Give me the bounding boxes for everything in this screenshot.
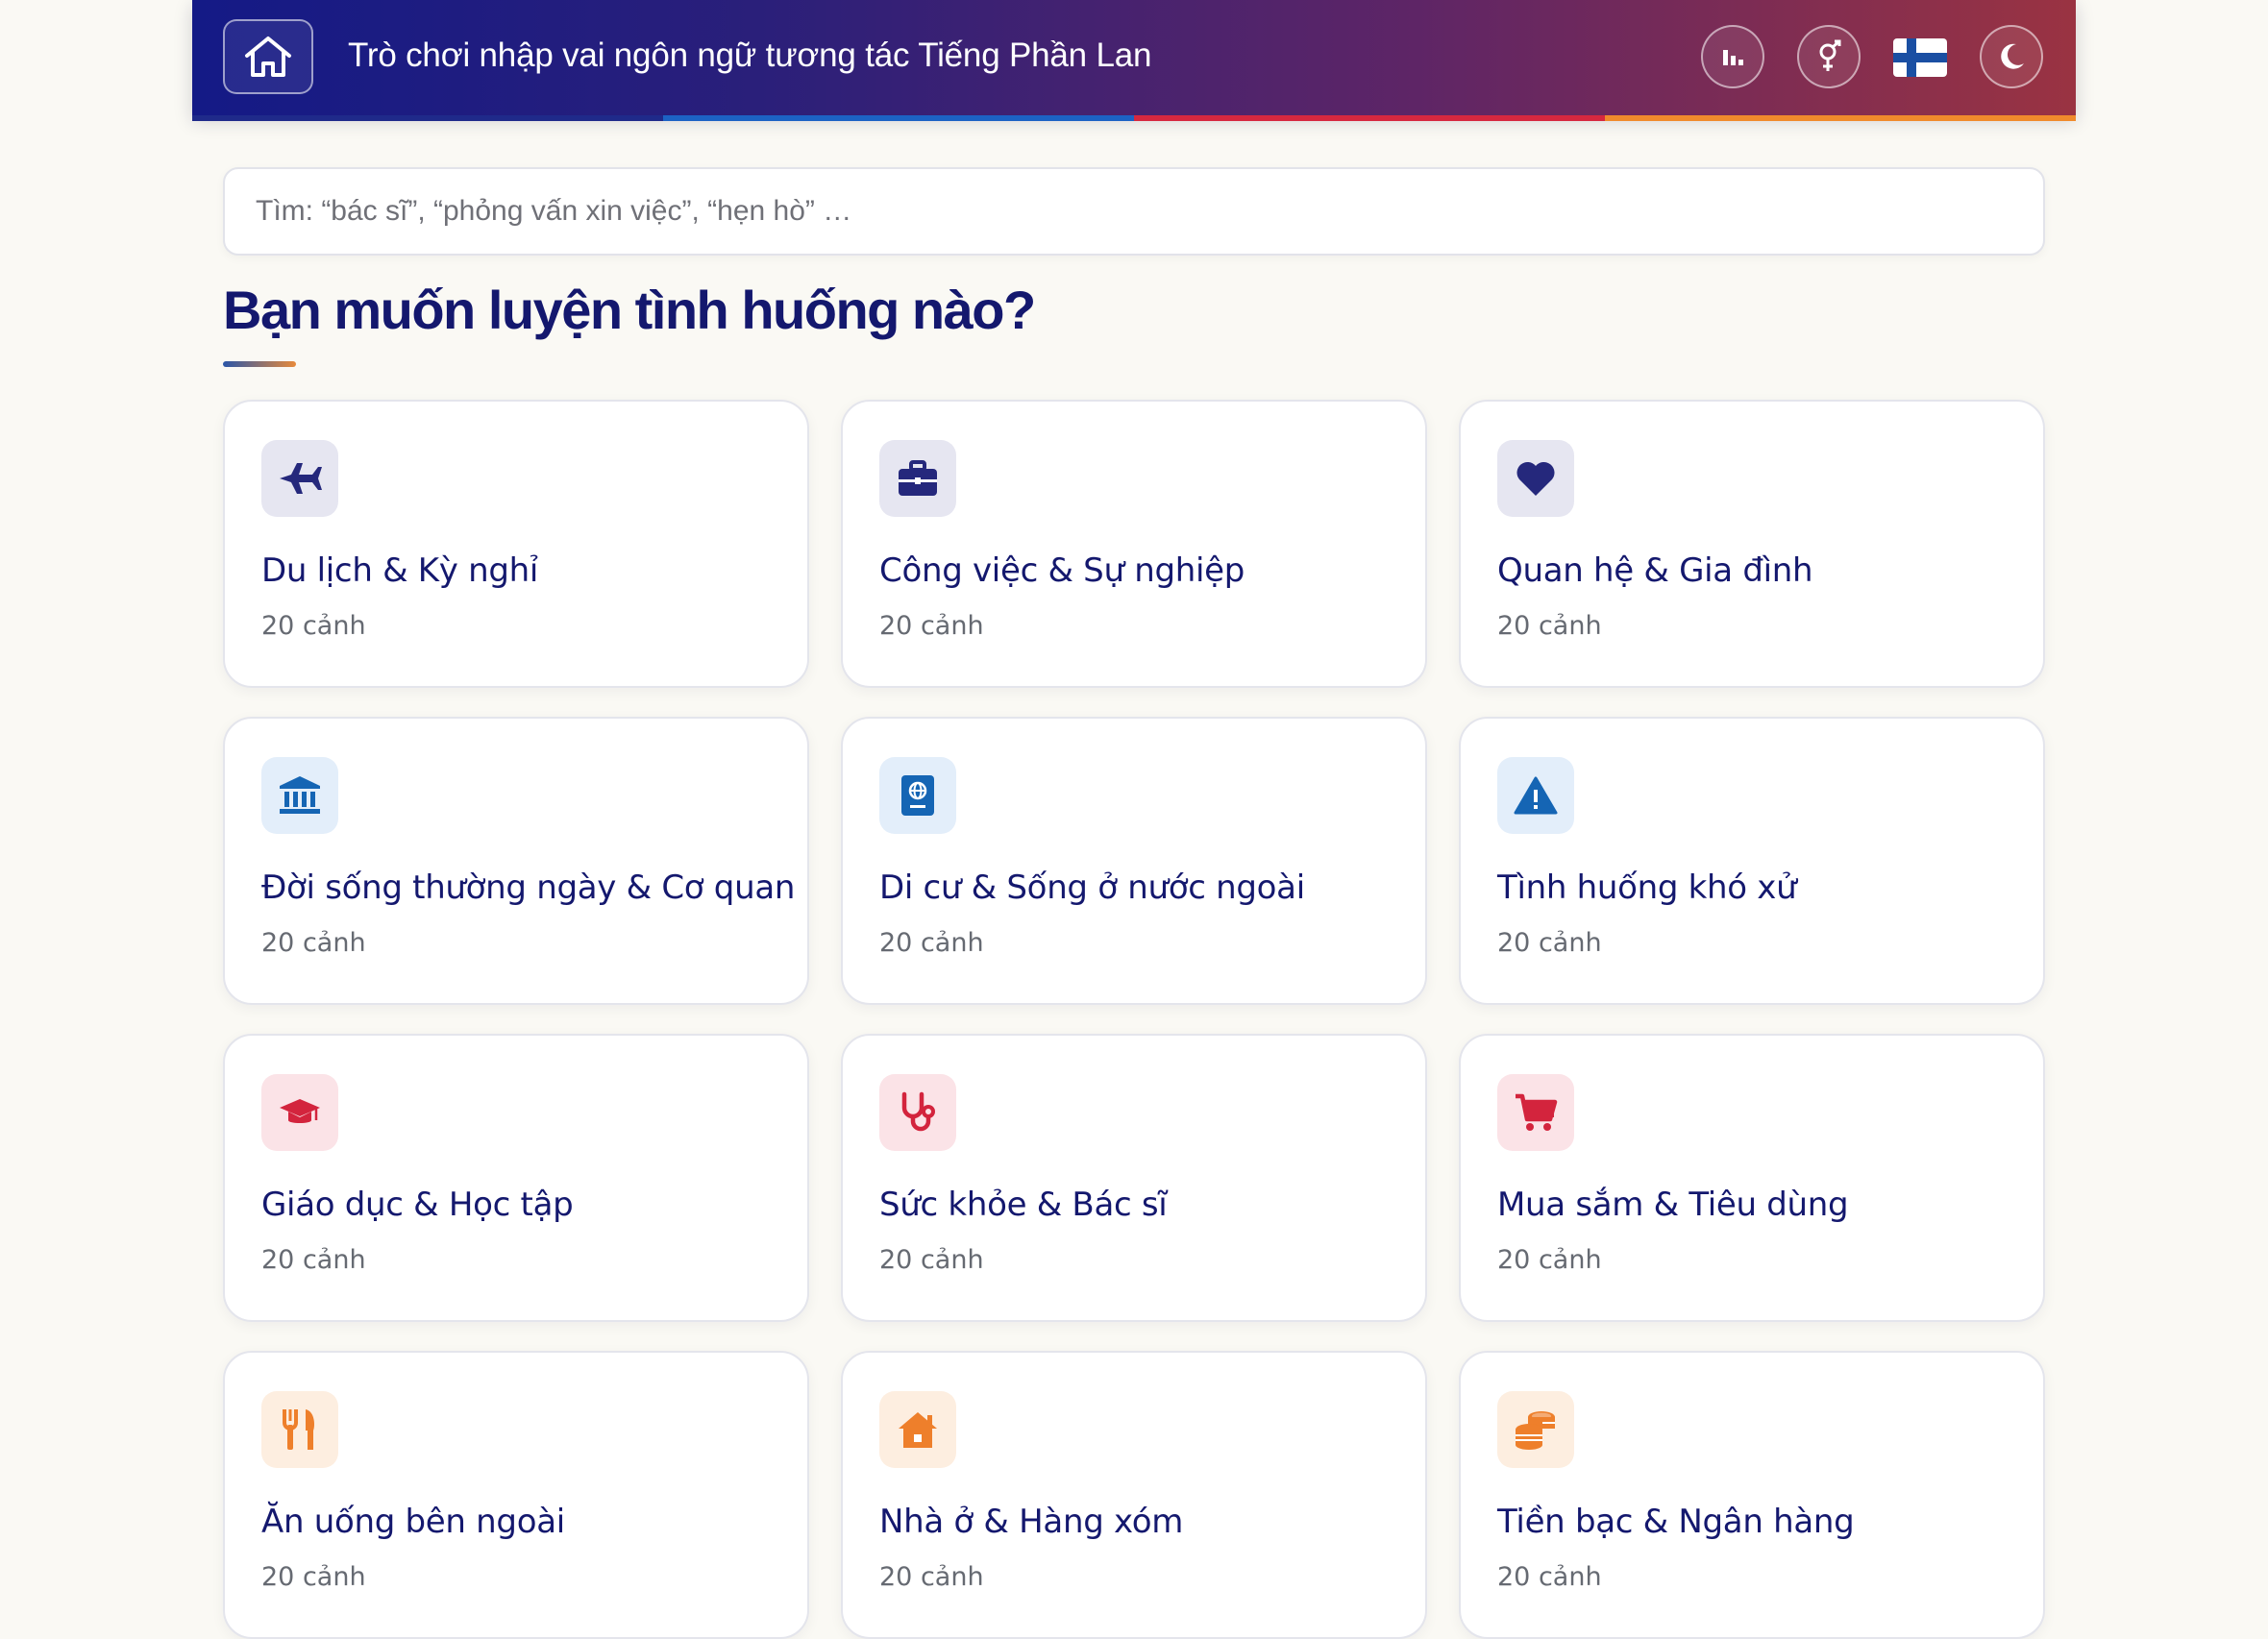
category-scene-count: 20 cảnh	[1497, 1562, 1602, 1592]
top-bar: Trò chơi nhập vai ngôn ngữ tương tác Tiế…	[192, 0, 2076, 115]
category-scene-count: 20 cảnh	[261, 611, 366, 641]
category-card[interactable]: Ăn uống bên ngoài 20 cảnh	[223, 1351, 809, 1639]
stripe-segment	[1605, 115, 2076, 121]
stripe-segment	[192, 115, 663, 121]
app-title: Trò chơi nhập vai ngôn ngữ tương tác Tiế…	[348, 37, 1152, 74]
category-title: Mua sắm & Tiêu dùng	[1497, 1186, 1849, 1224]
category-title: Du lịch & Kỳ nghỉ	[261, 551, 539, 590]
category-title: Tiền bạc & Ngân hàng	[1497, 1503, 1855, 1541]
graduation-cap-icon	[261, 1074, 338, 1151]
category-card[interactable]: Tình huống khó xử 20 cảnh	[1459, 717, 2045, 1005]
category-scene-count: 20 cảnh	[879, 1245, 984, 1275]
category-scene-count: 20 cảnh	[261, 1562, 366, 1592]
category-scene-count: 20 cảnh	[261, 928, 366, 958]
dark-mode-button[interactable]	[1980, 25, 2043, 88]
utensils-icon	[261, 1391, 338, 1468]
heart-icon	[1497, 440, 1574, 517]
category-card[interactable]: Đời sống thường ngày & Cơ quan 20 cảnh	[223, 717, 809, 1005]
page-heading: Bạn muốn luyện tình huống nào?	[223, 280, 1036, 340]
warning-icon	[1497, 757, 1574, 834]
category-card[interactable]: Tiền bạc & Ngân hàng 20 cảnh	[1459, 1351, 2045, 1639]
category-title: Ăn uống bên ngoài	[261, 1503, 565, 1541]
category-card[interactable]: Di cư & Sống ở nước ngoài 20 cảnh	[841, 717, 1427, 1005]
bar-chart-icon	[1723, 50, 1743, 65]
finland-flag-icon[interactable]	[1893, 38, 1947, 77]
category-card[interactable]: Giáo dục & Học tập 20 cảnh	[223, 1034, 809, 1322]
category-card[interactable]: Mua sắm & Tiêu dùng 20 cảnh	[1459, 1034, 2045, 1322]
bank-icon	[261, 757, 338, 834]
category-title: Giáo dục & Học tập	[261, 1186, 574, 1224]
category-card[interactable]: Công việc & Sự nghiệp 20 cảnh	[841, 400, 1427, 688]
category-card[interactable]: Sức khỏe & Bác sĩ 20 cảnh	[841, 1034, 1427, 1322]
search-input[interactable]	[223, 167, 2045, 256]
stats-button[interactable]	[1701, 25, 1764, 88]
gender-button[interactable]	[1797, 25, 1861, 88]
category-title: Quan hệ & Gia đình	[1497, 551, 1813, 590]
category-title: Tình huống khó xử	[1497, 868, 1797, 907]
briefcase-icon	[879, 440, 956, 517]
airplane-icon	[261, 440, 338, 517]
category-scene-count: 20 cảnh	[879, 611, 984, 641]
coins-icon	[1497, 1391, 1574, 1468]
gender-icon	[1819, 39, 1841, 71]
category-title: Đời sống thường ngày & Cơ quan	[261, 868, 796, 907]
category-scene-count: 20 cảnh	[879, 1562, 984, 1592]
category-scene-count: 20 cảnh	[261, 1245, 366, 1275]
home-icon	[245, 37, 291, 77]
passport-icon	[879, 757, 956, 834]
category-scene-count: 20 cảnh	[1497, 928, 1602, 958]
shopping-cart-icon	[1497, 1074, 1574, 1151]
category-card[interactable]: Du lịch & Kỳ nghỉ 20 cảnh	[223, 400, 809, 688]
category-card[interactable]: Nhà ở & Hàng xóm 20 cảnh	[841, 1351, 1427, 1639]
category-title: Nhà ở & Hàng xóm	[879, 1503, 1184, 1541]
header-color-stripe	[192, 115, 2076, 121]
moon-icon	[2001, 43, 2024, 69]
heading-underline	[223, 361, 296, 367]
category-card[interactable]: Quan hệ & Gia đình 20 cảnh	[1459, 400, 2045, 688]
home-button[interactable]	[223, 19, 313, 94]
category-title: Di cư & Sống ở nước ngoài	[879, 868, 1305, 907]
stripe-segment	[663, 115, 1134, 121]
category-scene-count: 20 cảnh	[879, 928, 984, 958]
stripe-segment	[1134, 115, 1605, 121]
house-icon	[879, 1391, 956, 1468]
stethoscope-icon	[879, 1074, 956, 1151]
category-grid: Du lịch & Kỳ nghỉ 20 cảnh Công việc & Sự n…	[223, 400, 2045, 1639]
app-root: Trò chơi nhập vai ngôn ngữ tương tác Tiế…	[192, 0, 2076, 1639]
category-title: Công việc & Sự nghiệp	[879, 551, 1245, 590]
category-scene-count: 20 cảnh	[1497, 1245, 1602, 1275]
category-title: Sức khỏe & Bác sĩ	[879, 1186, 1168, 1224]
category-scene-count: 20 cảnh	[1497, 611, 1602, 641]
